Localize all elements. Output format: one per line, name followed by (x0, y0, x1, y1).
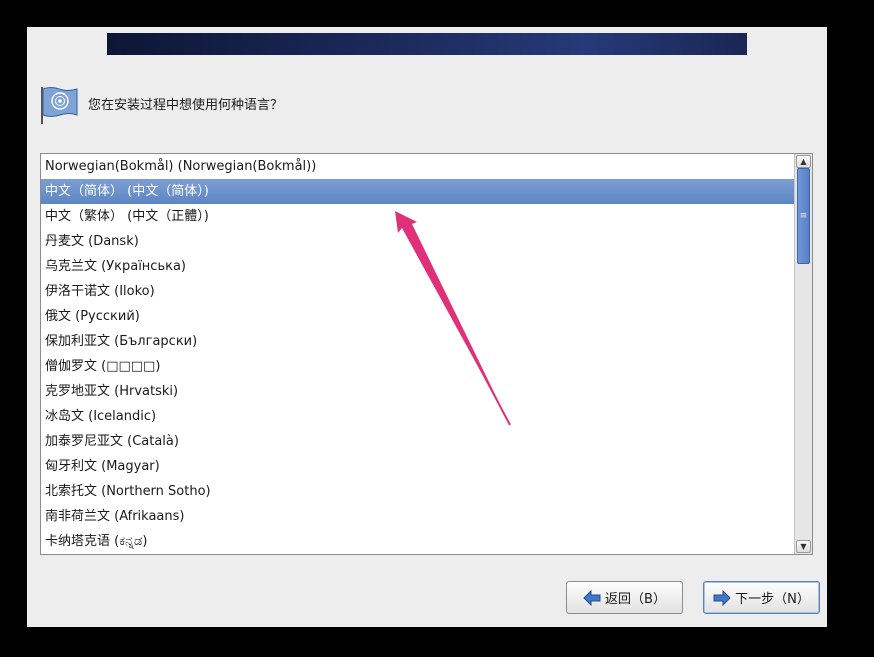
next-button-label: 下一步（N） (735, 592, 810, 607)
language-list-item[interactable]: 南非荷兰文 (Afrikaans) (41, 504, 794, 529)
language-list-item[interactable]: 加泰罗尼亚文 (Català) (41, 429, 794, 454)
page-title: 您在安装过程中想使用何种语言？ (88, 98, 284, 113)
language-list-item[interactable]: 北索托文 (Northern Sotho) (41, 479, 794, 504)
arrow-left-icon (583, 589, 601, 606)
language-list-item[interactable]: 保加利亚文 (Български) (41, 329, 794, 354)
language-list-item[interactable]: 丹麦文 (Dansk) (41, 229, 794, 254)
vertical-scrollbar[interactable]: ▲ ≡ ▼ (794, 154, 812, 554)
language-list[interactable]: Norwegian(Bokmål) (Norwegian(Bokmål)) 中文（… (41, 154, 794, 554)
language-list-item[interactable]: 卡纳塔克语 (ಕನ್ನಡ) (41, 529, 794, 554)
arrow-right-icon (713, 589, 731, 606)
language-list-item[interactable]: 乌克兰文 (Українська) (41, 254, 794, 279)
scroll-up-button[interactable]: ▲ (796, 155, 811, 168)
language-list-item[interactable]: 僧伽罗文 (□□□□) (41, 354, 794, 379)
back-button[interactable]: 返回（B） (566, 581, 683, 614)
language-list-item[interactable]: 冰岛文 (Icelandic) (41, 404, 794, 429)
installer-window: 您在安装过程中想使用何种语言？ Norwegian(Bokmål) (Norwe… (27, 27, 827, 627)
language-list-item[interactable]: 伊洛干诺文 (Iloko) (41, 279, 794, 304)
language-list-item[interactable]: 中文（繁体） (中文（正體）) (41, 204, 794, 229)
language-list-item[interactable]: Norwegian(Bokmål) (Norwegian(Bokmål)) (41, 154, 794, 179)
language-list-item[interactable]: 匈牙利文 (Magyar) (41, 454, 794, 479)
language-listbox[interactable]: Norwegian(Bokmål) (Norwegian(Bokmål)) 中文（… (40, 153, 813, 555)
header-banner (107, 33, 747, 55)
language-list-item[interactable]: 克罗地亚文 (Hrvatski) (41, 379, 794, 404)
next-button[interactable]: 下一步（N） (703, 581, 820, 614)
language-list-item[interactable]: 中文（简体） (中文（简体）) (41, 179, 794, 204)
scroll-thumb[interactable]: ≡ (797, 168, 810, 264)
scroll-down-button[interactable]: ▼ (796, 540, 811, 553)
back-button-label: 返回（B） (605, 592, 666, 607)
language-list-item[interactable]: 俄文 (Русский) (41, 304, 794, 329)
flag-icon (41, 87, 78, 124)
